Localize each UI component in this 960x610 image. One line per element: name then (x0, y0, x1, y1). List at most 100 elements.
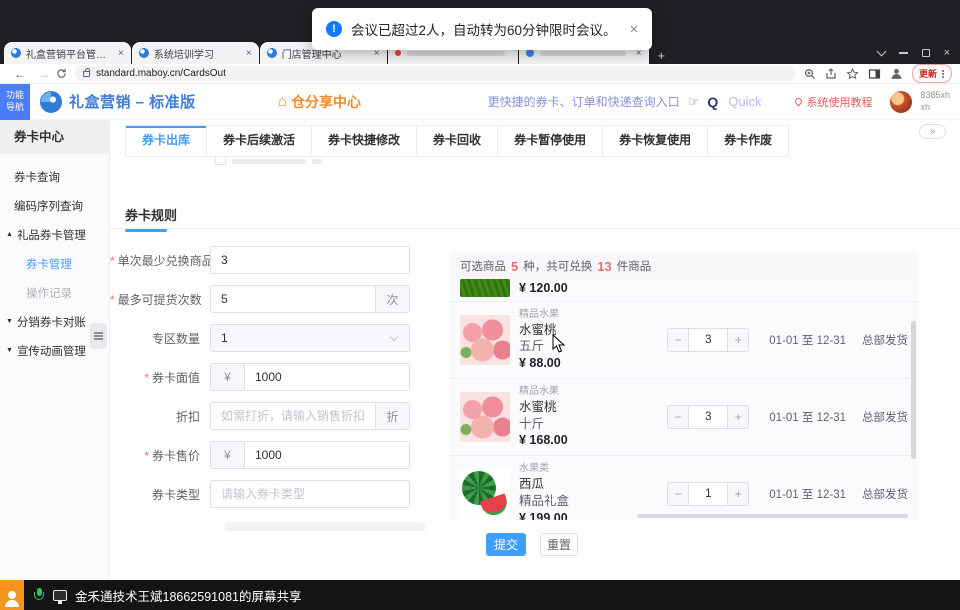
new-tab-icon[interactable]: + (658, 48, 666, 63)
plus-icon[interactable]: + (727, 328, 749, 352)
form-row-sale-price: 券卡售价 ¥ (110, 441, 440, 469)
vertical-scrollbar[interactable] (911, 321, 916, 459)
card-type-input[interactable] (211, 481, 409, 507)
validity-dates: 01-01 至 12-31 (769, 409, 846, 425)
person-icon[interactable] (0, 580, 24, 610)
username-line1: 8385xh (920, 90, 950, 100)
tab-label: 券卡快捷修改 (328, 133, 400, 147)
product-name: 水蜜桃 (519, 322, 667, 339)
minimize-icon[interactable] (899, 52, 908, 54)
maximize-icon[interactable] (922, 49, 930, 57)
pin-icon (794, 97, 804, 107)
app-header: 功能 导航 礼盒营销 – 标准版 ⌂ 仓分享中心 更快捷的券卡、订单和快递查询入… (0, 84, 960, 120)
product-row-peach-10[interactable]: 精品水果 水蜜桃 十斤 ¥ 168.00 − 3 + 01-01 至 12-31… (450, 379, 918, 456)
tab-card-outbound[interactable]: 券卡出库 (126, 126, 207, 156)
checkbox[interactable] (215, 157, 226, 165)
share-center-label: 仓分享中心 (291, 92, 361, 112)
face-value-input[interactable] (245, 364, 409, 390)
chevron-double-right-icon[interactable]: » (919, 124, 946, 139)
minus-icon[interactable]: − (667, 405, 689, 429)
tab-title-obscured (407, 51, 505, 56)
product-category: 水果类 (519, 462, 667, 476)
window-close-icon[interactable]: × (944, 48, 950, 59)
back-icon[interactable]: ← (14, 68, 26, 80)
forward-icon[interactable]: → (38, 68, 50, 80)
cursor-icon (552, 334, 566, 354)
sidebar-item-card-management[interactable]: 券卡管理 (0, 249, 109, 278)
plus-icon[interactable]: + (727, 405, 749, 429)
sidebar-item-card-query[interactable]: 券卡查询 (0, 162, 109, 191)
header-right: 更快捷的券卡、订单和快递查询入口 ☞ Q Quick 系统使用教程 8385xh… (488, 90, 960, 113)
sidebar-item-code-sequence-query[interactable]: 编码序列查询 (0, 191, 109, 220)
info-icon: ! (326, 21, 342, 37)
avatar[interactable] (890, 91, 912, 113)
quantity-stepper: − 1 + (667, 482, 749, 506)
product-row-peach-5[interactable]: 精品水果 水蜜桃 五斤 ¥ 88.00 − 3 + 01-01 至 12-31 … (450, 302, 918, 379)
tab-label: 券卡后续激活 (223, 133, 295, 147)
zone-count-select[interactable] (210, 324, 410, 352)
zone-count-value[interactable] (211, 331, 391, 345)
sidebar-item-operation-log[interactable]: 操作记录 (0, 278, 109, 307)
reload-icon[interactable] (56, 68, 67, 79)
browser-toolbar: ← → standard.maboy.cn/CardsOut 更新 (0, 64, 960, 84)
discount-input[interactable] (211, 403, 375, 429)
brand-logo-icon (40, 91, 62, 113)
function-nav-button[interactable]: 功能 导航 (0, 84, 30, 120)
sidebar-item-label: 分销券卡对账 (17, 314, 86, 330)
chevron-down-icon[interactable] (876, 47, 886, 57)
sidebar-item-label: 券卡管理 (26, 256, 72, 272)
plus-icon[interactable]: + (727, 482, 749, 506)
address-bar[interactable]: standard.maboy.cn/CardsOut (75, 66, 796, 81)
share-center-link[interactable]: ⌂ 仓分享中心 (278, 92, 361, 112)
browser-tab-1[interactable]: 礼盒营销平台管理中心 × (4, 42, 131, 64)
quantity-value[interactable]: 3 (689, 405, 727, 429)
tab-card-void[interactable]: 券卡作废 (708, 126, 788, 156)
sidebar-item-label: 宣传动画管理 (17, 343, 86, 359)
tab-card-later-activation[interactable]: 券卡后续激活 (207, 126, 312, 156)
summary-suffix: 件商品 (617, 258, 652, 274)
product-spec: 十斤 (519, 416, 667, 433)
validity-dates: 01-01 至 12-31 (769, 486, 846, 502)
submit-button[interactable]: 提交 (486, 533, 526, 556)
close-icon[interactable]: × (630, 22, 639, 37)
max-pickups-input[interactable] (211, 286, 375, 312)
sidebar-item-gift-card-management[interactable]: ▲礼品券卡管理 (0, 220, 109, 249)
sale-price-input[interactable] (245, 442, 409, 468)
update-browser-button[interactable]: 更新 (912, 64, 952, 83)
browser-tab-2[interactable]: 系统培训学习 × (132, 42, 259, 64)
delivery-mode: 总部发货 (862, 409, 908, 425)
field-label: 券卡类型 (110, 486, 210, 503)
quantity-value[interactable]: 1 (689, 482, 727, 506)
more-menu-icon[interactable] (942, 73, 944, 75)
tab-card-resume[interactable]: 券卡恢复使用 (603, 126, 708, 156)
tutorial-link[interactable]: 系统使用教程 (795, 94, 872, 110)
mic-icon[interactable] (34, 588, 44, 602)
horizontal-scrollbar[interactable] (637, 514, 908, 518)
min-exchange-input[interactable] (211, 247, 409, 273)
quick-q-link[interactable]: Q (707, 94, 718, 110)
tab-card-suspend[interactable]: 券卡暂停使用 (498, 126, 603, 156)
sidebar-collapse-handle[interactable] (90, 323, 107, 349)
lock-icon (83, 71, 90, 77)
split-screen-icon[interactable] (868, 68, 881, 80)
caret-down-icon: ▼ (6, 318, 13, 325)
star-icon[interactable] (846, 68, 859, 80)
menu-icon (94, 335, 103, 336)
share-icon[interactable] (825, 68, 837, 80)
field-label: 专区数量 (110, 330, 210, 347)
minus-icon[interactable]: − (667, 482, 689, 506)
profile-icon[interactable] (890, 67, 903, 80)
quantity-value[interactable]: 3 (689, 328, 727, 352)
tab-card-quick-edit[interactable]: 券卡快捷修改 (312, 126, 417, 156)
tab-label: 券卡暂停使用 (514, 133, 586, 147)
tab-card-recycle[interactable]: 券卡回收 (417, 126, 498, 156)
product-row-partial[interactable]: ¥ 120.00 (450, 279, 918, 302)
zoom-icon[interactable] (804, 68, 816, 80)
tab-close-icon[interactable]: × (246, 48, 252, 59)
tab-close-icon[interactable]: × (118, 48, 124, 59)
minus-icon[interactable]: − (667, 328, 689, 352)
product-row-watermelon[interactable]: 水果类 西瓜 精品礼盒 ¥ 199.00 − 1 + 01-01 至 12-31… (450, 456, 918, 520)
quick-word[interactable]: Quick (728, 94, 761, 109)
form-row-card-type: 券卡类型 (110, 480, 440, 508)
reset-button[interactable]: 重置 (540, 533, 578, 556)
